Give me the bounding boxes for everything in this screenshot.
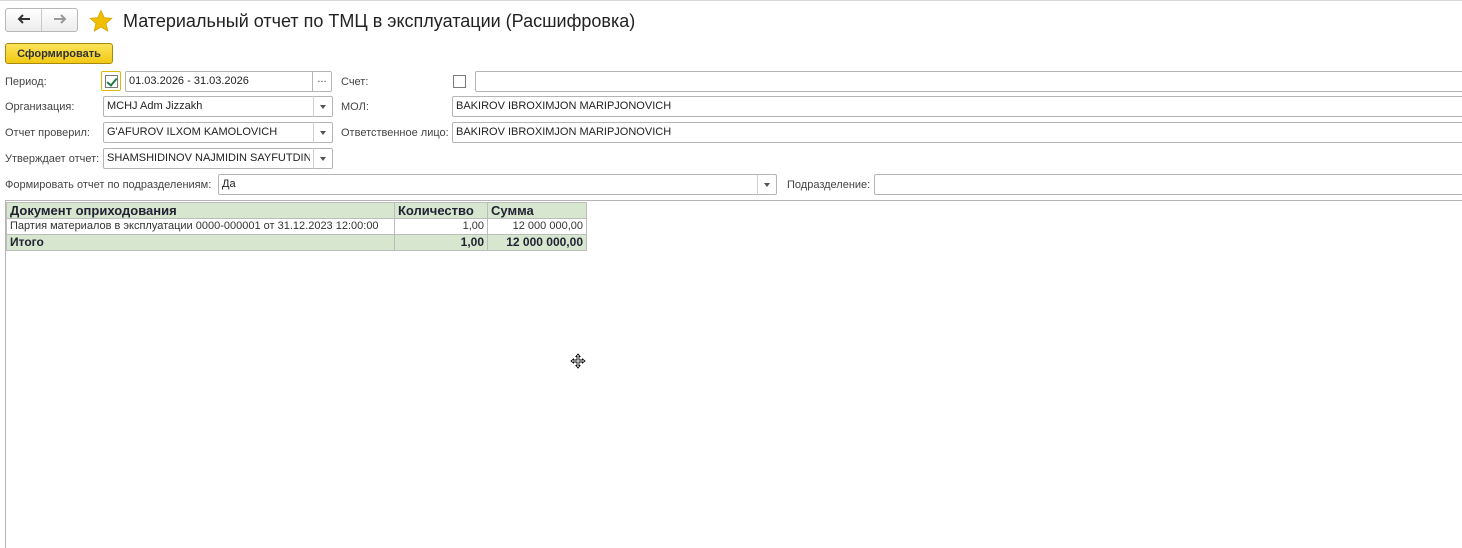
total-label: Итого <box>6 234 395 251</box>
division-label: Подразделение: <box>787 179 871 191</box>
account-checkbox[interactable] <box>453 75 466 88</box>
nav-buttons <box>5 8 78 32</box>
mol-field[interactable]: BAKIROV IBROXIMJON MARIPJONOVICH <box>452 96 1462 117</box>
total-quantity: 1,00 <box>394 234 488 251</box>
organization-dropdown[interactable] <box>313 96 333 117</box>
responsible-value: BAKIROV IBROXIMJON MARIPJONOVICH <box>456 126 672 138</box>
cell-quantity[interactable]: 1,00 <box>394 218 488 235</box>
organization-field[interactable]: MCHJ Adm Jizzakh <box>103 96 314 117</box>
period-value: 01.03.2026 - 31.03.2026 <box>129 75 249 87</box>
approved-by-dropdown[interactable] <box>313 148 333 169</box>
back-button[interactable] <box>6 9 41 31</box>
header-quantity: Количество <box>394 202 488 219</box>
move-cursor-icon <box>570 353 586 369</box>
report-area[interactable] <box>5 201 1462 548</box>
division-field[interactable] <box>874 174 1462 195</box>
by-division-field[interactable]: Да <box>218 174 758 195</box>
responsible-label: Ответственное лицо: <box>341 127 449 139</box>
approved-by-field[interactable]: SHAMSHIDINOV NAJMIDIN SAYFUTDINOVICH <box>103 148 314 169</box>
dropdown-icon <box>320 104 326 109</box>
header-sum: Сумма <box>487 202 587 219</box>
mol-value: BAKIROV IBROXIMJON MARIPJONOVICH <box>456 100 672 112</box>
table-total-row: Итого 1,00 12 000 000,00 <box>6 234 587 251</box>
top-border <box>0 0 1462 1</box>
checked-by-field[interactable]: G'AFUROV ILXOM KAMOLOVICH <box>103 122 314 143</box>
generate-button[interactable]: Сформировать <box>5 43 113 64</box>
cell-sum[interactable]: 12 000 000,00 <box>487 218 587 235</box>
dropdown-icon <box>764 182 770 187</box>
cell-document[interactable]: Партия материалов в эксплуатации 0000-00… <box>6 218 395 235</box>
mol-label: МОЛ: <box>341 101 369 113</box>
checked-by-label: Отчет проверил: <box>5 127 90 139</box>
table-row[interactable]: Партия материалов в эксплуатации 0000-00… <box>6 218 587 235</box>
period-label: Период: <box>5 76 47 88</box>
dropdown-icon <box>320 130 326 135</box>
account-label: Счет: <box>341 76 369 88</box>
period-checkbox-wrap[interactable] <box>101 71 121 91</box>
period-select-button[interactable]: ... <box>312 71 332 92</box>
period-checkbox[interactable] <box>104 74 118 88</box>
forward-arrow-icon <box>53 13 67 27</box>
forward-button[interactable] <box>41 9 77 31</box>
checked-by-value: G'AFUROV ILXOM KAMOLOVICH <box>107 126 278 138</box>
checked-by-dropdown[interactable] <box>313 122 333 143</box>
period-field[interactable]: 01.03.2026 - 31.03.2026 <box>125 71 313 92</box>
back-arrow-icon <box>17 13 31 27</box>
report-table: Документ оприходования Количество Сумма … <box>6 202 587 251</box>
dropdown-icon <box>320 156 326 161</box>
account-field[interactable] <box>475 71 1462 92</box>
by-division-dropdown[interactable] <box>757 174 777 195</box>
responsible-field[interactable]: BAKIROV IBROXIMJON MARIPJONOVICH <box>452 122 1462 143</box>
header-document: Документ оприходования <box>6 202 395 219</box>
total-sum: 12 000 000,00 <box>487 234 587 251</box>
favorite-star-icon[interactable] <box>89 9 113 33</box>
approved-by-value: SHAMSHIDINOV NAJMIDIN SAYFUTDINOVICH <box>107 152 310 164</box>
approved-by-label: Утверждает отчет: <box>5 153 100 165</box>
table-header-row: Документ оприходования Количество Сумма <box>6 202 587 219</box>
organization-value: MCHJ Adm Jizzakh <box>107 100 203 112</box>
organization-label: Организация: <box>5 101 75 113</box>
page-title: Материальный отчет по ТМЦ в эксплуатации… <box>123 11 636 31</box>
by-division-value: Да <box>222 178 236 190</box>
by-division-label: Формировать отчет по подразделениям: <box>5 179 212 191</box>
